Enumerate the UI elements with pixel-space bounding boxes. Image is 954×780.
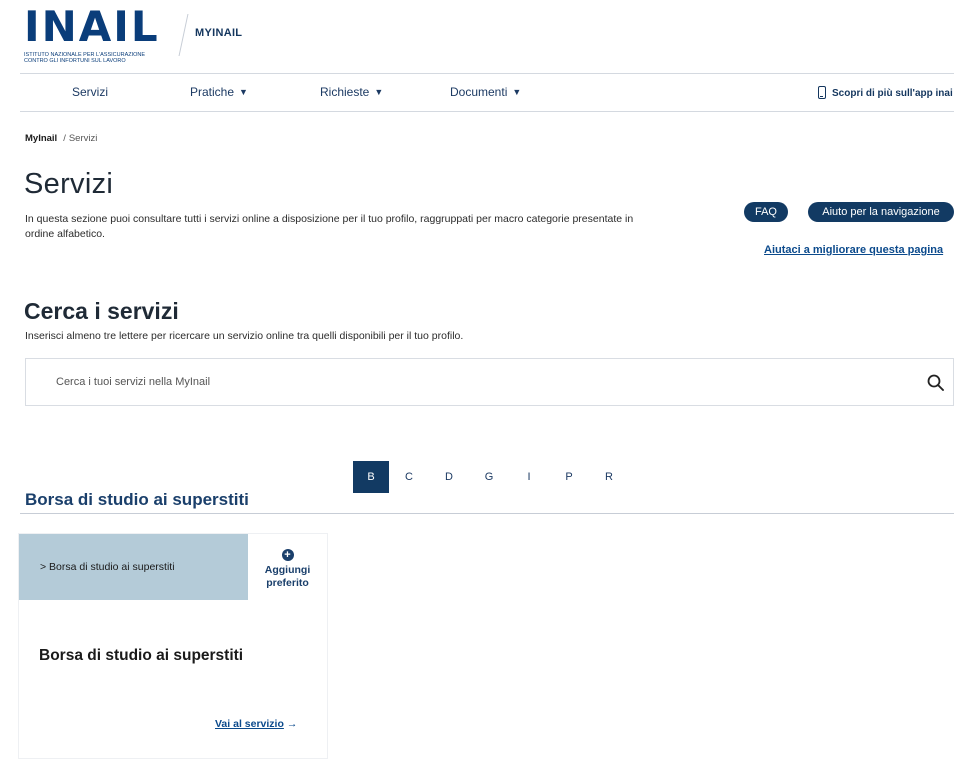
faq-button[interactable]: FAQ <box>744 202 788 222</box>
category-divider <box>20 513 954 514</box>
letter-filter-c[interactable]: C <box>391 461 427 493</box>
letter-filter-r[interactable]: R <box>591 461 627 493</box>
go-to-service-link[interactable]: Vai al servizio → <box>215 718 297 730</box>
breadcrumb-home[interactable]: MyInail <box>25 133 57 144</box>
nav-item-pratiche[interactable]: Pratiche ▼ <box>190 85 248 99</box>
go-to-service-label: Vai al servizio <box>215 718 284 730</box>
improve-page-link[interactable]: Aiutaci a migliorare questa pagina <box>764 244 943 256</box>
letter-filter-b[interactable]: B <box>353 461 389 493</box>
app-promo-link[interactable]: Scopri di più sull'app inai <box>818 86 953 99</box>
app-name[interactable]: MYINAIL <box>195 27 242 39</box>
category-title: Borsa di studio ai superstiti <box>25 490 249 509</box>
arrow-right-icon: → <box>286 718 298 730</box>
nav-item-servizi[interactable]: Servizi <box>72 85 108 99</box>
app-promo-label: Scopri di più sull'app inai <box>832 88 953 99</box>
page-title: Servizi <box>24 168 114 200</box>
add-favorite-label: Aggiungi preferito <box>248 564 327 590</box>
inail-logo[interactable]: INAIL ISTITUTO NAZIONALE PER L'ASSICURAZ… <box>24 6 170 68</box>
nav-item-label: Servizi <box>72 85 109 99</box>
main-nav: Servizi Pratiche ▼ Richieste ▼ Documenti ▼ … <box>20 73 954 112</box>
service-card-title: Borsa di studio ai superstiti <box>39 647 244 664</box>
breadcrumb-current: Servizi <box>68 133 98 144</box>
nav-item-richieste[interactable]: Richieste ▼ <box>320 85 383 99</box>
service-card: > Borsa di studio ai superstiti + Aggiun… <box>19 534 327 758</box>
plus-circle-icon: + <box>281 549 294 561</box>
service-card-header[interactable]: > Borsa di studio ai superstiti <box>19 534 248 600</box>
smartphone-icon <box>818 86 826 99</box>
breadcrumb: MyInail / Servizi <box>25 133 97 144</box>
letter-filter-g[interactable]: G <box>471 461 507 493</box>
add-favorite-label-line-2: preferito <box>266 577 309 589</box>
add-favorite-button[interactable]: + Aggiungi preferito <box>248 534 327 600</box>
add-favorite-label-line-1: Aggiungi <box>264 564 311 576</box>
logo-wordmark: INAIL <box>24 2 160 51</box>
page-description: In questa sezione puoi consultare tutti … <box>25 213 634 240</box>
search-input[interactable] <box>26 359 906 405</box>
letter-filter-d[interactable]: D <box>431 461 467 493</box>
caret-down-icon: ▼ <box>374 87 384 97</box>
service-card-header-label: > Borsa di studio ai superstiti <box>40 561 175 573</box>
caret-down-icon: ▼ <box>239 87 248 97</box>
search-box <box>25 358 954 406</box>
nav-item-label: Pratiche <box>190 85 235 99</box>
letter-filter-i[interactable]: I <box>511 461 547 493</box>
navigation-help-button[interactable]: Aiuto per la navigazione <box>808 202 954 222</box>
caret-down-icon: ▼ <box>512 87 522 97</box>
logo-subtitle-line-2: CONTRO GLI INFORTUNI SUL LAVORO <box>24 58 126 64</box>
letter-filter-p[interactable]: P <box>551 461 587 493</box>
header-divider <box>171 14 189 56</box>
breadcrumb-separator: / <box>63 133 66 144</box>
nav-item-documenti[interactable]: Documenti ▼ <box>450 85 521 99</box>
nav-item-label: Richieste <box>320 85 370 99</box>
nav-item-label: Documenti <box>450 85 508 99</box>
search-icon[interactable] <box>927 374 944 391</box>
search-help-text: Inserisci almeno tre lettere per ricerca… <box>25 330 464 342</box>
logo-subtitle: ISTITUTO NAZIONALE PER L'ASSICURAZIONE C… <box>24 52 174 64</box>
site-header: INAIL ISTITUTO NAZIONALE PER L'ASSICURAZ… <box>0 0 954 72</box>
search-section-title: Cerca i servizi <box>24 298 179 324</box>
